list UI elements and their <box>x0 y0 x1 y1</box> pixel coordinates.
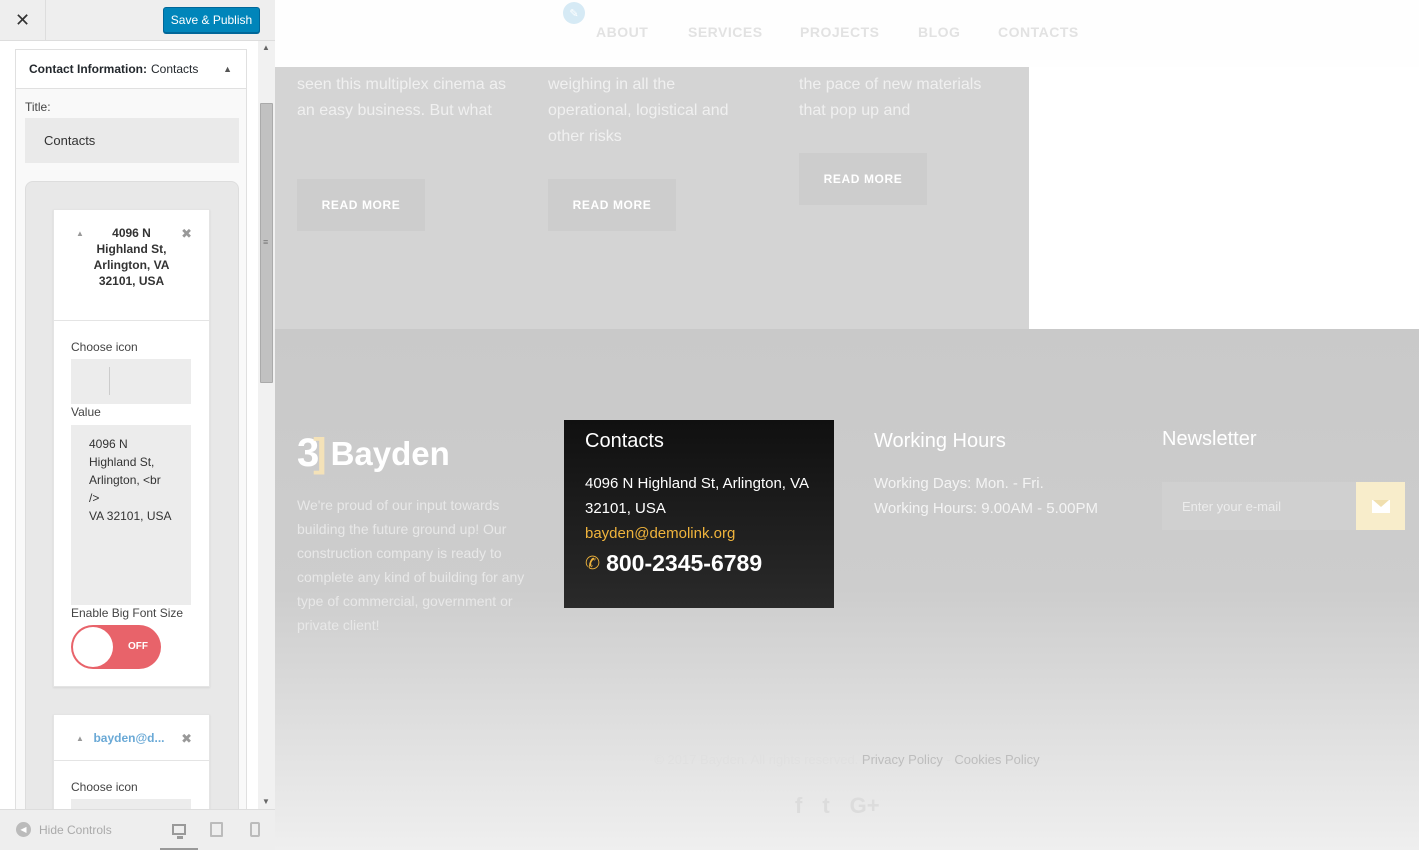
read-more-button[interactable]: READ MORE <box>799 153 927 205</box>
section-body: Title: ▲ 4096 N Highland St, Arlington, … <box>15 89 247 809</box>
save-publish-button[interactable]: Save & Publish <box>163 7 260 33</box>
post-excerpt: seen this multiplex cinema as an easy bu… <box>297 76 506 119</box>
customizer-footer: ◀ Hide Controls <box>0 809 275 850</box>
choose-icon-label: Choose icon <box>71 780 138 794</box>
logo-text: Bayden <box>330 434 450 472</box>
blank-panel <box>1029 67 1419 329</box>
post-excerpt: weighing in all the operational, logisti… <box>548 76 729 145</box>
repeater-item: ▲ bayden@d... ✖ Choose icon <box>53 714 210 809</box>
logo-mark-icon: 3] <box>297 431 327 475</box>
read-more-button[interactable]: READ MORE <box>297 179 425 231</box>
footer-about-text: We're proud of our input towards buildin… <box>297 497 525 633</box>
close-icon: ✕ <box>14 10 31 30</box>
contacts-address: 4096 N Highland St, Arlington, VA 32101,… <box>585 475 809 517</box>
nav-projects[interactable]: PROJECTS <box>800 24 879 40</box>
big-font-label: Enable Big Font Size <box>71 606 184 620</box>
newsletter-email-input[interactable] <box>1162 482 1356 530</box>
link-separator: - <box>942 752 955 767</box>
remove-item-icon[interactable]: ✖ <box>181 226 192 242</box>
move-up-icon[interactable]: ▲ <box>76 229 84 238</box>
envelope-icon <box>1371 499 1390 513</box>
repeater-item: ▲ 4096 N Highland St, Arlington, VA 3210… <box>53 209 210 687</box>
nav-contacts[interactable]: CONTACTS <box>998 24 1079 40</box>
repeater-item-header[interactable]: ▲ bayden@d... ✖ <box>54 715 209 761</box>
tablet-preview-icon[interactable] <box>210 822 223 837</box>
site-nav: ✎ ABOUT SERVICES PROJECTS BLOG CONTACTS <box>275 0 1419 67</box>
post-excerpt: the pace of new materials that pop up an… <box>799 76 982 119</box>
working-hours: Working Hours: 9.00AM - 5.00PM <box>874 500 1098 517</box>
contacts-phone: ✆ 800-2345-6789 <box>585 550 813 577</box>
blog-posts-section: seen this multiplex cinema as an easy bu… <box>275 67 1029 329</box>
scroll-down-icon[interactable]: ▼ <box>262 797 270 806</box>
section-panel: Contact Information: Contacts ▲ Title: ▲… <box>0 41 258 809</box>
hide-controls-label: Hide Controls <box>39 822 112 837</box>
title-input[interactable] <box>25 118 239 163</box>
copyright-text: © 2017 Bayden. All rights reserved. <box>654 752 859 767</box>
working-days: Working Days: Mon. - Fri. <box>874 475 1044 492</box>
nav-about[interactable]: ABOUT <box>596 24 648 40</box>
copyright-line: © 2017 Bayden. All rights reserved. Priv… <box>275 752 1419 767</box>
phone-icon: ✆ <box>585 553 601 573</box>
site-preview: ✎ ABOUT SERVICES PROJECTS BLOG CONTACTS … <box>275 0 1419 850</box>
repeater-item-title: bayden@d... <box>93 731 165 745</box>
hours-title: Working Hours <box>874 430 1006 452</box>
site-logo[interactable]: 3] Bayden <box>297 431 450 476</box>
customizer-header: ✕ Save & Publish <box>0 0 275 41</box>
icon-picker-divider <box>109 367 110 395</box>
toggle-state-text: OFF <box>128 641 148 652</box>
desktop-preview-icon[interactable] <box>172 824 186 839</box>
google-plus-icon[interactable]: G+ <box>850 793 880 819</box>
scrollbar[interactable]: ▲ ≡ ▼ <box>258 41 275 809</box>
contacts-widget: Contacts 4096 N Highland St, Arlington, … <box>564 420 834 608</box>
repeater-item-header[interactable]: ▲ 4096 N Highland St, Arlington, VA 3210… <box>54 210 209 321</box>
facebook-icon[interactable]: f <box>795 793 802 819</box>
social-links: f t G+ <box>795 793 880 819</box>
contacts-email-link[interactable]: bayden@demolink.org <box>585 525 813 542</box>
customizer-sidebar: ✕ Save & Publish Contact Information: Co… <box>0 0 275 850</box>
hide-controls-button[interactable]: ◀ Hide Controls <box>16 822 112 837</box>
phone-number[interactable]: 800-2345-6789 <box>606 550 762 577</box>
nav-blog[interactable]: BLOG <box>918 24 960 40</box>
move-up-icon[interactable]: ▲ <box>76 734 84 743</box>
value-label: Value <box>71 405 101 419</box>
read-more-button[interactable]: READ MORE <box>548 179 676 231</box>
choose-icon-label: Choose icon <box>71 340 138 354</box>
title-label: Title: <box>25 100 51 114</box>
contacts-title: Contacts <box>585 430 664 452</box>
repeater-item-title: 4096 N Highland St, Arlington, VA 32101,… <box>93 226 170 288</box>
remove-item-icon[interactable]: ✖ <box>181 731 192 747</box>
icon-picker[interactable] <box>71 799 191 809</box>
newsletter-submit-button[interactable] <box>1356 482 1405 530</box>
scroll-grip-icon: ≡ <box>263 237 269 247</box>
toggle-knob <box>73 627 113 667</box>
icon-picker[interactable] <box>71 359 191 404</box>
close-customizer-button[interactable]: ✕ <box>0 0 46 41</box>
twitter-icon[interactable]: t <box>822 793 829 819</box>
site-footer: 3] Bayden We're proud of our input towar… <box>275 329 1419 850</box>
privacy-policy-link[interactable]: Privacy Policy <box>862 752 943 767</box>
collapse-arrow-icon[interactable]: ▲ <box>223 64 232 74</box>
big-font-toggle[interactable]: OFF <box>71 625 161 669</box>
value-textarea[interactable]: 4096 N Highland St, Arlington, <br /> VA… <box>71 425 191 605</box>
section-name: Contacts <box>151 62 199 76</box>
scroll-up-icon[interactable]: ▲ <box>262 43 270 52</box>
customizer-controls: Contact Information: Contacts ▲ Title: ▲… <box>0 41 258 809</box>
contacts-repeater: ▲ 4096 N Highland St, Arlington, VA 3210… <box>25 181 239 809</box>
section-header[interactable]: Contact Information: Contacts ▲ <box>15 49 247 89</box>
newsletter-title: Newsletter <box>1162 428 1257 450</box>
mobile-preview-icon[interactable] <box>250 822 260 837</box>
collapse-icon: ◀ <box>16 822 31 837</box>
edit-shortcut-pencil-icon[interactable]: ✎ <box>563 2 585 24</box>
cookies-policy-link[interactable]: Cookies Policy <box>954 752 1039 767</box>
section-prefix: Contact Information: <box>29 62 147 76</box>
nav-services[interactable]: SERVICES <box>688 24 763 40</box>
